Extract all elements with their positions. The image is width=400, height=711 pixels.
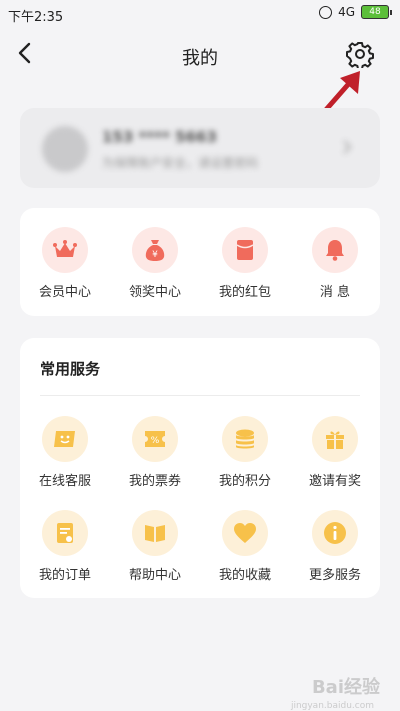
settings-gear-icon[interactable] — [346, 40, 374, 68]
battery-level: 48 — [361, 5, 389, 19]
status-bar: 下午2:35 4G 48 — [0, 0, 400, 28]
quick-item-reward-center[interactable]: ¥ 领奖中心 — [115, 227, 195, 300]
service-label: 更多服务 — [308, 568, 361, 583]
service-help-center[interactable]: 帮助中心 — [115, 510, 195, 583]
services-card: 常用服务 在线客服 % 我的票券 我的积分 邀请有奖 我的订单 帮助中心 我的收… — [20, 338, 380, 598]
status-time: 下午2:35 — [8, 10, 64, 25]
quick-actions-card: 会员中心 ¥ 领奖中心 我的红包 消 息 — [20, 208, 380, 316]
avatar — [42, 126, 88, 172]
page-title: 我的 — [182, 48, 218, 69]
service-more[interactable]: 更多服务 — [295, 510, 375, 583]
service-label: 我的订单 — [38, 568, 91, 583]
watermark-logo: Bai经验 — [311, 677, 380, 698]
quick-item-label: 我的红包 — [218, 285, 271, 300]
network-label: 4G — [338, 5, 355, 19]
service-label: 帮助中心 — [128, 568, 181, 583]
quick-item-label: 领奖中心 — [128, 285, 181, 300]
top-nav: 我的 — [0, 30, 400, 80]
profile-card[interactable]: 153 **** 5663 为保障账户安全，请设置密码 — [20, 108, 380, 188]
section-title: 常用服务 — [40, 360, 101, 378]
service-invite-reward[interactable]: 邀请有奖 — [295, 416, 375, 489]
profile-phone: 153 **** 5663 — [102, 128, 217, 146]
chevron-right-icon — [343, 140, 352, 154]
chat-icon — [54, 431, 75, 447]
svg-text:%: % — [151, 436, 160, 446]
watermark-url: jingyan.baidu.com — [290, 701, 374, 711]
service-my-points[interactable]: 我的积分 — [205, 416, 285, 489]
ticket-icon: % — [145, 431, 165, 447]
quick-item-messages[interactable]: 消 息 — [295, 227, 375, 300]
service-label: 在线客服 — [38, 474, 91, 489]
service-label: 我的收藏 — [218, 568, 271, 583]
quick-item-label: 会员中心 — [38, 285, 91, 300]
quick-item-red-envelope[interactable]: 我的红包 — [205, 227, 285, 300]
service-my-orders[interactable]: 我的订单 — [25, 510, 105, 583]
red-envelope-icon — [236, 240, 254, 260]
book-icon — [145, 525, 165, 542]
service-label: 我的票券 — [128, 474, 181, 489]
svg-text:¥: ¥ — [152, 250, 158, 260]
coins-icon — [236, 429, 254, 449]
divider — [40, 395, 360, 396]
bell-icon — [326, 240, 344, 261]
info-icon — [324, 522, 346, 544]
battery-icon: 48 — [361, 5, 392, 19]
crown-icon — [53, 240, 77, 257]
alarm-icon — [319, 5, 333, 19]
profile-tip: 为保障账户安全，请设置密码 — [102, 156, 259, 170]
money-bag-icon: ¥ — [145, 240, 165, 261]
quick-item-label: 消 息 — [319, 285, 351, 300]
gift-icon — [326, 431, 344, 449]
service-label: 我的积分 — [218, 474, 271, 489]
heart-icon — [234, 523, 256, 543]
service-my-favorites[interactable]: 我的收藏 — [205, 510, 285, 583]
order-icon — [57, 523, 73, 543]
service-label: 邀请有奖 — [308, 474, 361, 489]
service-my-tickets[interactable]: % 我的票券 — [115, 416, 195, 489]
quick-item-member-center[interactable]: 会员中心 — [25, 227, 105, 300]
service-online-support[interactable]: 在线客服 — [25, 416, 105, 489]
status-icons: 4G 48 — [319, 5, 392, 19]
